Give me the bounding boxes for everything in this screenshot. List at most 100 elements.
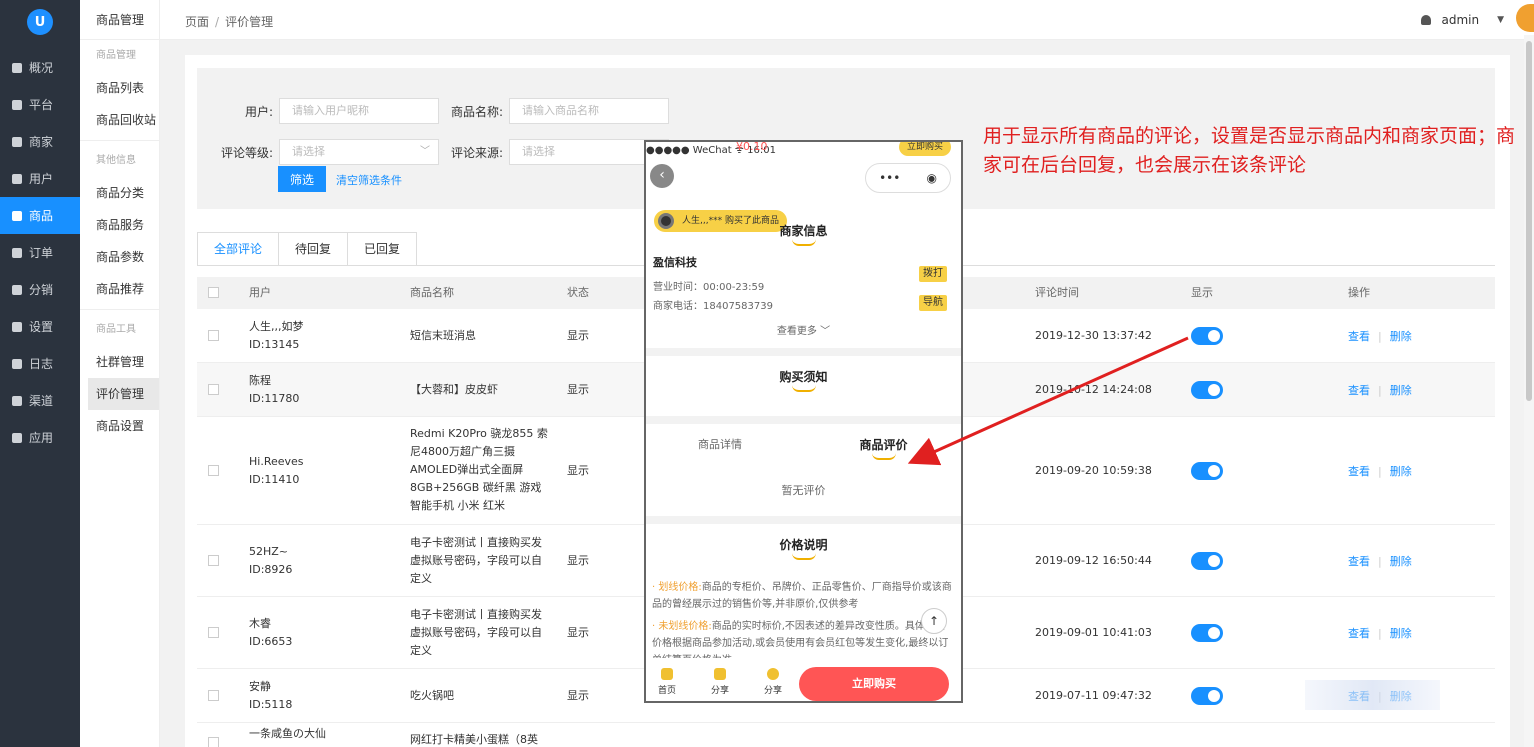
breadcrumb-root[interactable]: 页面 [185,15,209,29]
nav-item-8[interactable]: 日志 [0,345,80,382]
delete-button[interactable]: 删除 [1390,465,1412,478]
review-time: 2019-09-01 10:41:03 [1035,626,1152,639]
breadcrumb: 页面 / 评价管理 [185,13,273,30]
nav-item-6[interactable]: 分销 [0,271,80,308]
no-review-text: 暂无评价 [781,484,826,497]
user-filter-input[interactable]: 请输入用户昵称 [279,98,439,124]
scrollbar-thumb[interactable] [1526,41,1532,401]
view-more-link[interactable]: 查看更多 ﹀ [646,322,961,337]
menu-product-recycle[interactable]: 商品回收站 [80,104,159,136]
menu-community[interactable]: 社群管理 [80,346,159,378]
view-button[interactable]: 查看 [1348,627,1370,640]
col-ops: 操作 [1348,286,1370,299]
nav-item-1[interactable]: 平台 [0,86,80,123]
row-checkbox[interactable] [208,465,219,476]
row-checkbox[interactable] [208,555,219,566]
menu-product-service[interactable]: 商品服务 [80,209,159,241]
user-id: ID:8926 [249,563,293,576]
filter-button[interactable]: 筛选 [278,166,326,192]
product-name: 电子卡密测试丨直接购买发虚拟账号密码，字段可以自定义 [410,608,542,657]
nav-item-9[interactable]: 渠道 [0,382,80,419]
level-filter-select[interactable]: 请选择 ﹀ [279,139,439,165]
logo-icon[interactable]: U [27,9,53,35]
buy-now-button[interactable]: 立即购买 [799,667,949,701]
row-checkbox[interactable] [208,690,219,701]
bottom-home[interactable]: 首页 [652,668,682,696]
delete-button[interactable]: 删除 [1390,330,1412,343]
review-time: 2019-12-30 13:37:42 [1035,329,1152,342]
show-toggle[interactable] [1191,624,1223,642]
show-toggle[interactable] [1191,552,1223,570]
show-toggle[interactable] [1191,462,1223,480]
bottom-share-1[interactable]: 分享 [705,668,735,696]
nav-item-2[interactable]: 商家 [0,123,80,160]
source-filter-placeholder: 请选择 [522,145,555,158]
section-divider [646,416,961,424]
section-divider [646,516,961,524]
nav-item-5[interactable]: 订单 [0,234,80,271]
navigate-button[interactable]: 导航 [919,295,947,311]
row-checkbox[interactable] [208,737,219,747]
back-to-top-icon[interactable]: ↑ [921,608,947,634]
nav-item-4[interactable]: 商品 [0,197,80,234]
divider [80,140,159,141]
delete-button[interactable]: 删除 [1390,555,1412,568]
notification-bubble[interactable] [1516,4,1534,32]
menu-product-recommend[interactable]: 商品推荐 [80,273,159,305]
nav-item-7[interactable]: 设置 [0,308,80,345]
menu-product-params[interactable]: 商品参数 [80,241,159,273]
more-icon[interactable]: ••• [879,171,900,185]
menu-product-list[interactable]: 商品列表 [80,72,159,104]
merchant-name: 盈信科技 [653,256,697,269]
bottom-share-1-label: 分享 [710,686,729,696]
delete-button[interactable]: 删除 [1390,384,1412,397]
status-text: 显示 [567,626,589,639]
nav-item-10[interactable]: 应用 [0,419,80,456]
mini-program-capsule[interactable]: ••• ◉ [865,163,951,193]
row-checkbox[interactable] [208,384,219,395]
bottom-share-2[interactable]: 分享 [758,668,788,696]
col-status: 状态 [567,286,589,299]
username: admin [1441,13,1480,27]
tab-product-review[interactable]: 商品评价 [726,436,961,460]
show-toggle[interactable] [1191,327,1223,345]
nav-item-label: 平台 [29,98,54,112]
user-id: ID:13145 [249,338,300,351]
primary-sidebar: U 概况平台商家 用户 商品订单分销 设置 日志 渠道 应用 [0,0,80,747]
phone-mini-buy-button[interactable]: 立即购买 [898,142,951,156]
bottom-share-2-label: 分享 [763,686,782,696]
product-filter-input[interactable]: 请输入商品名称 [509,98,669,124]
home-icon [661,668,673,680]
show-toggle[interactable] [1191,687,1223,705]
select-all-checkbox[interactable] [208,287,219,298]
close-circle-icon[interactable]: ◉ [926,171,936,185]
user-name: 52HZ~ [249,545,289,558]
row-checkbox[interactable] [208,627,219,638]
menu-review-manage[interactable]: 评价管理 [88,378,159,410]
view-button[interactable]: 查看 [1348,384,1370,397]
delete-button[interactable]: 删除 [1390,627,1412,640]
view-button[interactable]: 查看 [1348,555,1370,568]
nav-icon [12,173,22,184]
menu-product-category[interactable]: 商品分类 [80,177,159,209]
breadcrumb-current: 评价管理 [225,15,274,29]
page-scrollbar[interactable] [1524,35,1534,747]
show-toggle[interactable] [1191,381,1223,399]
user-name: 人生,,,如梦 [249,320,304,333]
user-menu[interactable]: admin ▼ [1421,13,1504,27]
back-icon[interactable]: ‹ [650,164,674,188]
nav-item-3[interactable]: 用户 [0,160,80,197]
nav-item-0[interactable]: 概况 [0,49,80,86]
tab-replied[interactable]: 已回复 [347,232,418,266]
nav-item-label: 订单 [29,246,54,260]
breadcrumb-separator: / [215,15,220,29]
view-button[interactable]: 查看 [1348,465,1370,478]
clear-filter-link[interactable]: 清空筛选条件 [336,172,402,188]
view-button[interactable]: 查看 [1348,330,1370,343]
purchase-notice-title: 购买须知 [646,368,961,392]
call-button[interactable]: 拨打 [919,266,947,282]
tab-pending-reply[interactable]: 待回复 [278,232,349,266]
row-checkbox[interactable] [208,330,219,341]
menu-product-settings[interactable]: 商品设置 [80,410,159,442]
tab-all-reviews[interactable]: 全部评论 [197,232,280,266]
